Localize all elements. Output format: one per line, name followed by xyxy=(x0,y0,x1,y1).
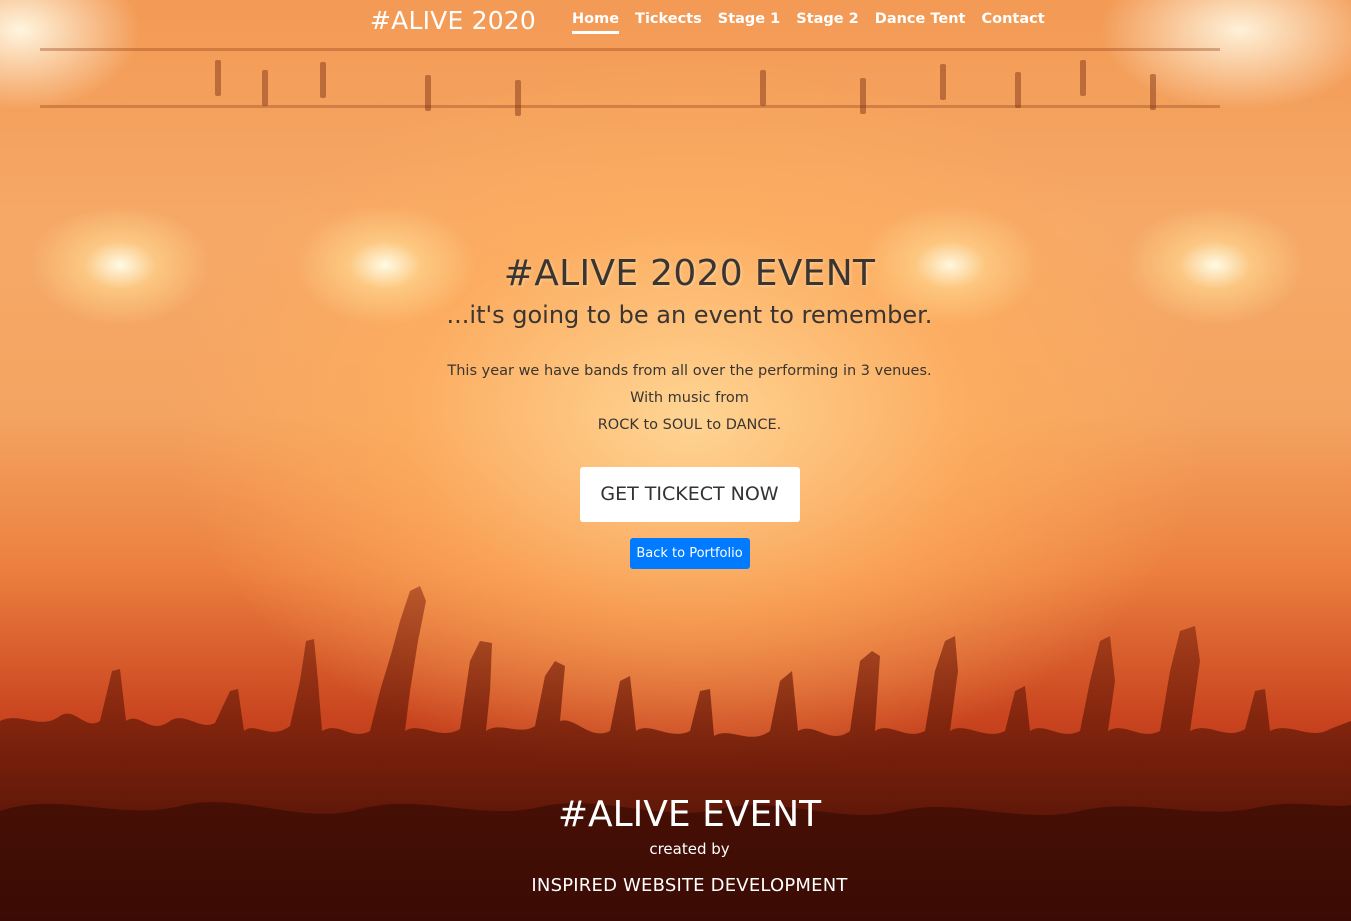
stage-lamp xyxy=(760,70,766,106)
back-to-portfolio-button[interactable]: Back to Portfolio xyxy=(629,538,750,569)
nav-link-stage-1[interactable]: Stage 1 xyxy=(718,11,781,34)
nav-link-home[interactable]: Home xyxy=(572,11,620,34)
hero-title: #ALIVE 2020 EVENT xyxy=(503,253,876,294)
footer-company: INSPIRED WEBSITE DEVELOPMENT xyxy=(531,875,848,896)
brand-logo[interactable]: #ALIVE 2020 xyxy=(370,6,536,35)
stage-lamp xyxy=(215,60,221,96)
hero-section: #ALIVE 2020 EVENT ...it's going to be an… xyxy=(0,253,1351,569)
stage-lamp xyxy=(515,80,521,116)
stage-lamp xyxy=(860,78,866,114)
hero-subtitle: ...it's going to be an event to remember… xyxy=(446,301,933,329)
stage-lamp xyxy=(425,75,431,111)
stage-lamp xyxy=(1150,74,1156,110)
nav-link-dance-tent[interactable]: Dance Tent xyxy=(875,11,966,34)
stage-lamp xyxy=(1080,60,1086,96)
stage-lamp xyxy=(940,64,946,100)
stage-truss xyxy=(40,48,1220,51)
footer: #ALIVE EVENT created by INSPIRED WEBSITE… xyxy=(0,794,1351,896)
nav-link-tickets[interactable]: Tickects xyxy=(635,11,702,34)
footer-created-by: created by xyxy=(649,840,730,858)
hero-description-line: ROCK to SOUL to DANCE. xyxy=(597,417,782,433)
page: #ALIVE 2020 Home Tickects Stage 1 Stage … xyxy=(0,0,1351,921)
stage-truss xyxy=(40,105,1220,108)
get-tickets-button[interactable]: GET TICKECT NOW xyxy=(579,467,800,522)
stage-lamp xyxy=(320,62,326,98)
hero-description-line: This year we have bands from all over th… xyxy=(447,363,932,379)
hero-description-line: With music from xyxy=(630,390,749,406)
nav-links: Home Tickects Stage 1 Stage 2 Dance Tent… xyxy=(572,11,1061,34)
stage-lamp xyxy=(1015,72,1021,108)
nav-link-stage-2[interactable]: Stage 2 xyxy=(796,11,859,34)
nav-link-contact[interactable]: Contact xyxy=(981,11,1044,34)
hero-description: This year we have bands from all over th… xyxy=(0,358,1351,439)
navbar: #ALIVE 2020 Home Tickects Stage 1 Stage … xyxy=(0,0,1351,44)
footer-title: #ALIVE EVENT xyxy=(557,794,822,835)
stage-lamp xyxy=(262,70,268,106)
